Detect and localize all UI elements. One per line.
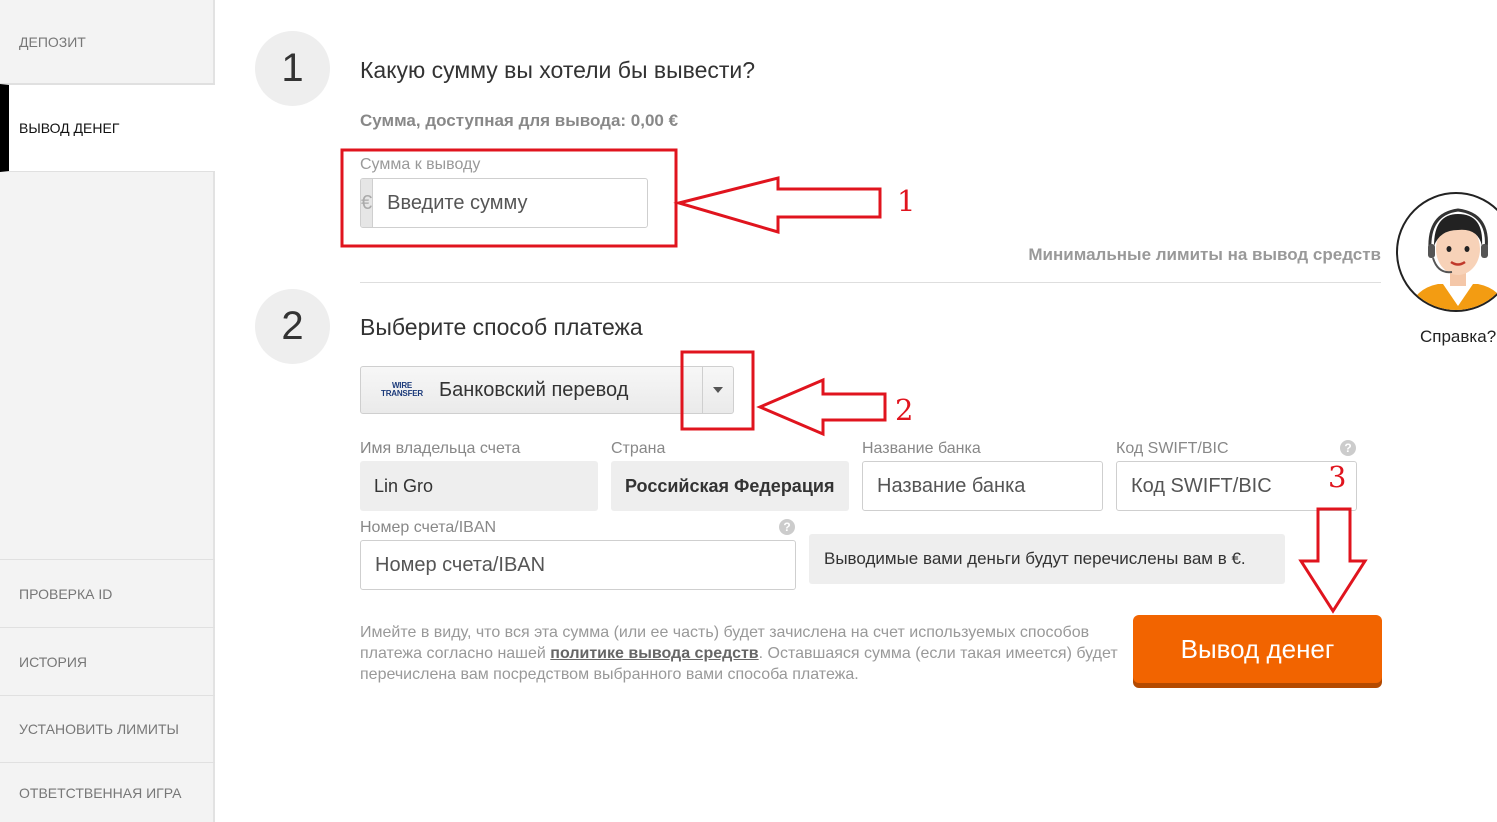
amount-label: Сумма к выводу [360, 156, 481, 173]
annotation-number-1: 1 [897, 184, 916, 218]
currency-notice: Выводимые вами деньги будут перечислены … [809, 534, 1285, 584]
help-widget[interactable]: Справка? [1396, 192, 1497, 352]
step-1-title: Какую сумму вы хотели бы вывести? [360, 57, 756, 83]
swift-help-icon[interactable]: ? [1340, 440, 1356, 456]
amount-field: € [360, 178, 648, 228]
annotation-overlay [340, 148, 1368, 614]
sidebar-item-history[interactable]: ИСТОРИЯ [0, 628, 215, 696]
annotation-arrow-1 [673, 176, 882, 235]
country-value: Российская Федерация [611, 461, 849, 511]
sidebar-item-label: ОТВЕТСТВЕННАЯ ИГРА [19, 784, 182, 801]
iban-label: Номер счета/IBAN [360, 519, 497, 536]
support-agent-icon [1409, 208, 1497, 310]
min-limits-link[interactable]: Минимальные лимиты на вывод средств [1028, 245, 1381, 265]
sidebar-item-responsible-gaming[interactable]: ОТВЕТСТВЕННАЯ ИГРА [0, 763, 215, 822]
withdraw-button[interactable]: Вывод денег [1133, 615, 1382, 683]
euro-icon: € [361, 179, 374, 227]
sidebar: ДЕПОЗИТ ВЫВОД ДЕНЕГ ПРОВЕРКА ID ИСТОРИЯ … [0, 0, 215, 822]
bank-name-input[interactable] [862, 461, 1103, 511]
sidebar-item-deposit[interactable]: ДЕПОЗИТ [0, 0, 215, 84]
annotation-number-3: 3 [1328, 460, 1347, 494]
sidebar-item-label: УСТАНОВИТЬ ЛИМИТЫ [19, 721, 179, 737]
wire-logo-line2: TRANSFER [381, 389, 423, 398]
step-2-number: 2 [255, 289, 330, 364]
wire-transfer-logo-icon: WIRE TRANSFER [379, 382, 425, 398]
chevron-down-icon [713, 387, 723, 393]
sidebar-item-id-verification[interactable]: ПРОВЕРКА ID [0, 559, 215, 628]
annotation-arrow-3 [1298, 507, 1368, 614]
available-amount: Сумма, доступная для вывода: 0,00 € [360, 111, 679, 130]
withdrawal-policy-link[interactable]: политике вывода средств [550, 645, 758, 662]
section-divider [360, 282, 1381, 283]
sidebar-item-label: ДЕПОЗИТ [19, 33, 86, 50]
annotation-arrow-2 [756, 377, 887, 437]
sidebar-item-set-limits[interactable]: УСТАНОВИТЬ ЛИМИТЫ [0, 696, 215, 763]
sidebar-item-label: ИСТОРИЯ [19, 653, 88, 670]
iban-help-icon[interactable]: ? [779, 519, 795, 535]
step-1-number: 1 [255, 31, 330, 106]
sidebar-item-label: ПРОВЕРКА ID [19, 585, 113, 602]
swift-label: Код SWIFT/BIC [1116, 440, 1229, 457]
disclaimer-text: Имейте в виду, что вся эта сумма (или ее… [360, 622, 1120, 685]
amount-input[interactable] [373, 179, 647, 227]
holder-value: Lin Gro [360, 461, 598, 511]
country-label: Страна [611, 440, 666, 457]
iban-input[interactable] [360, 540, 796, 590]
sidebar-item-withdraw[interactable]: ВЫВОД ДЕНЕГ [0, 84, 215, 172]
swift-input[interactable] [1116, 461, 1357, 511]
holder-label: Имя владельца счета [360, 440, 521, 457]
dropdown-toggle[interactable] [702, 367, 733, 413]
payment-method-select[interactable]: WIRE TRANSFER Банковский перевод [360, 366, 734, 414]
help-label: Справка? [1420, 327, 1497, 346]
support-agent-avatar [1396, 192, 1497, 312]
sidebar-item-label: ВЫВОД ДЕНЕГ [19, 120, 120, 136]
bank-label: Название банка [862, 440, 981, 457]
annotation-number-2: 2 [895, 393, 914, 427]
step-2-title: Выберите способ платежа [360, 314, 643, 340]
payment-method-label: Банковский перевод [439, 378, 629, 401]
